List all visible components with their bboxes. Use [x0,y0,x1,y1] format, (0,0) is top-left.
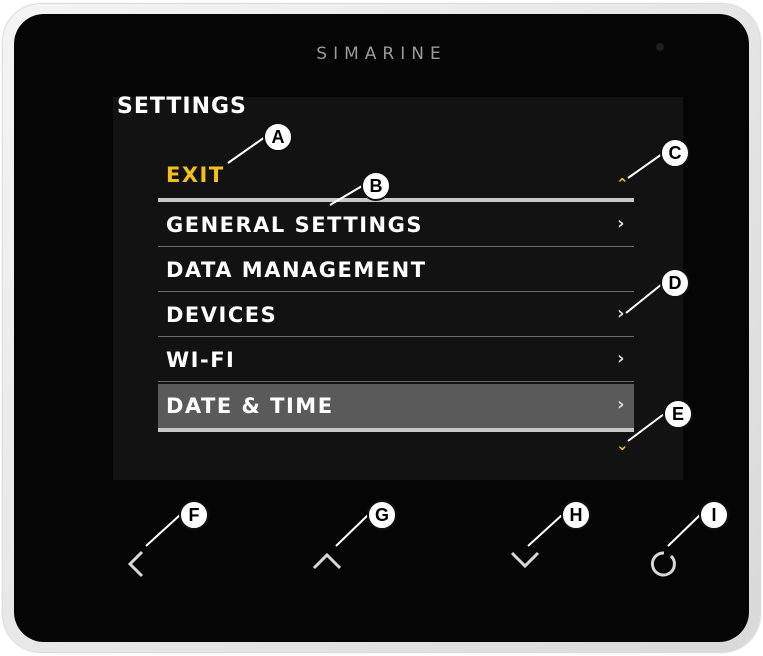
callout-f: F [179,500,209,530]
callout-h: H [561,500,591,530]
callout-b: B [361,171,391,201]
callout-d: D [660,268,690,298]
chevron-up-icon[interactable] [312,552,342,570]
circle-icon[interactable] [650,551,676,577]
callout-e: E [663,399,693,429]
callout-g: G [367,500,397,530]
callout-i: I [699,500,729,530]
callout-c: C [660,138,690,168]
callout-lines [145,136,701,547]
chevron-down-icon[interactable] [510,551,540,569]
callout-a: A [263,122,293,152]
chevron-left-icon[interactable] [127,550,144,578]
